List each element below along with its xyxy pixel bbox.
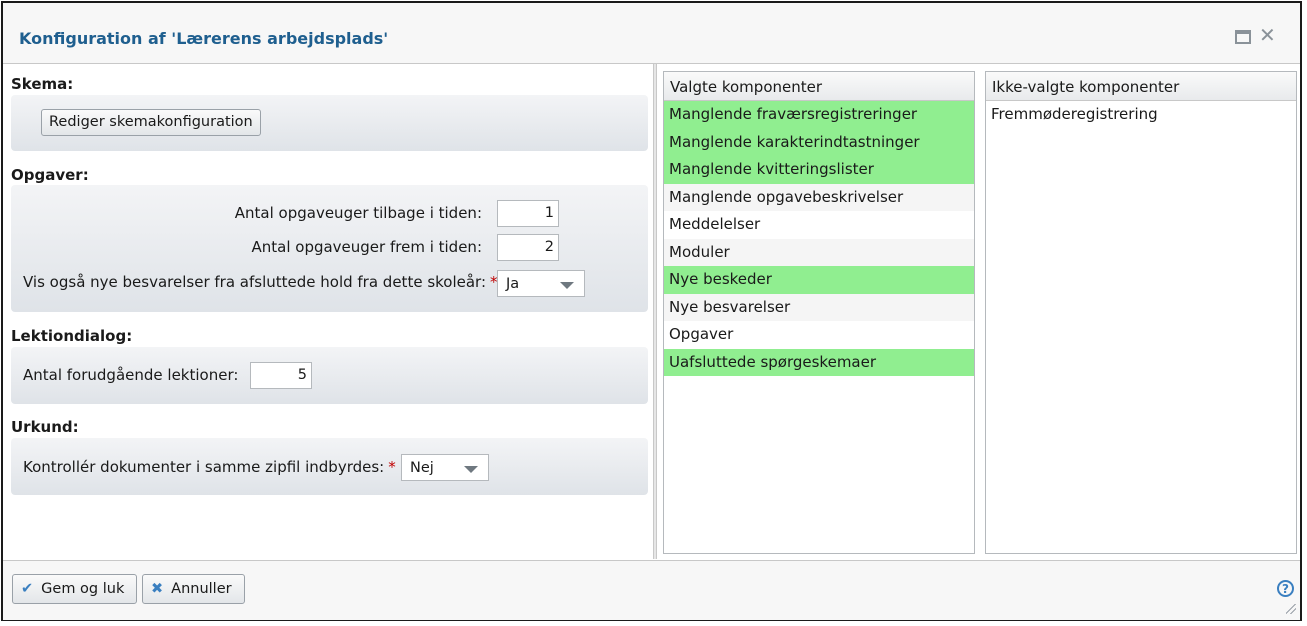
config-dialog: Konfiguration af 'Lærerens arbejdsplads'… [1, 1, 1302, 621]
lesson-dialog-group: Antal forudgående lektioner: 5 [11, 347, 648, 404]
components-pane: Valgte komponenter Manglende fraværsregi… [657, 64, 1300, 559]
list-item[interactable]: Nye besvarelser [664, 293, 974, 321]
unselected-components-header: Ikke-valgte komponenter [986, 72, 1296, 101]
maximize-icon[interactable] [1235, 30, 1251, 44]
close-icon[interactable]: ✕ [1259, 25, 1276, 45]
weeks-back-label: Antal opgaveuger tilbage i tiden: [234, 204, 482, 222]
list-item[interactable]: Meddelelser [664, 211, 974, 239]
help-icon[interactable]: ? [1277, 580, 1294, 597]
check-icon: ✔ [21, 581, 34, 597]
required-marker: * [388, 458, 396, 476]
selected-components-list[interactable]: Valgte komponenter Manglende fraværsregi… [663, 71, 975, 554]
urkund-group: Kontrollér dokumenter i samme zipfil ind… [11, 438, 648, 495]
cancel-icon: ✖ [151, 581, 164, 597]
weeks-forward-label: Antal opgaveuger frem i tiden: [251, 238, 482, 256]
schedule-group: Rediger skemakonfiguration [11, 95, 648, 151]
chevron-down-icon [560, 282, 574, 289]
assignments-heading: Opgaver: [11, 166, 89, 184]
save-and-close-label: Gem og luk [41, 581, 125, 597]
dialog-footer: ✔ Gem og luk ✖ Annuller ? [3, 560, 1300, 620]
resize-grip-icon[interactable] [1286, 604, 1296, 614]
list-item[interactable]: Uafsluttede spørgeskemaer [664, 348, 974, 376]
save-and-close-button[interactable]: ✔ Gem og luk [12, 574, 138, 604]
show-submissions-select[interactable]: Ja [497, 270, 585, 297]
settings-pane: Skema: Rediger skemakonfiguration Opgave… [3, 64, 653, 559]
check-zip-label: Kontrollér dokumenter i samme zipfil ind… [23, 458, 396, 476]
list-item[interactable]: Manglende opgavebeskrivelser [664, 183, 974, 211]
previous-lessons-label: Antal forudgående lektioner: [23, 366, 239, 384]
list-item[interactable]: Manglende fraværsregistreringer [664, 101, 974, 129]
weeks-back-input[interactable]: 1 [497, 200, 559, 227]
check-zip-value: Nej [410, 460, 434, 476]
check-zip-select[interactable]: Nej [401, 454, 489, 481]
chevron-down-icon [464, 466, 478, 473]
urkund-heading: Urkund: [11, 418, 79, 436]
list-item[interactable]: Fremmøderegistrering [986, 101, 1296, 129]
list-item[interactable]: Manglende kvitteringslister [664, 156, 974, 184]
edit-schedule-button[interactable]: Rediger skemakonfiguration [41, 109, 261, 136]
show-submissions-text: Vis også nye besvarelser fra afsluttede … [23, 273, 487, 291]
selected-components-header: Valgte komponenter [664, 72, 974, 101]
list-item[interactable]: Moduler [664, 238, 974, 266]
unselected-components-items: Fremmøderegistrering [986, 101, 1296, 129]
dialog-titlebar: Konfiguration af 'Lærerens arbejdsplads'… [3, 3, 1300, 64]
list-item[interactable]: Manglende karakterindtastninger [664, 128, 974, 156]
dialog-title: Konfiguration af 'Lærerens arbejdsplads' [19, 29, 389, 48]
cancel-button[interactable]: ✖ Annuller [142, 574, 245, 604]
lesson-dialog-heading: Lektiondialog: [11, 327, 133, 345]
weeks-forward-input[interactable]: 2 [497, 234, 559, 261]
previous-lessons-input[interactable]: 5 [250, 362, 312, 389]
list-item[interactable]: Opgaver [664, 321, 974, 349]
unselected-components-list[interactable]: Ikke-valgte komponenter Fremmøderegistre… [985, 71, 1297, 554]
check-zip-text: Kontrollér dokumenter i samme zipfil ind… [23, 458, 385, 476]
selected-components-items: Manglende fraværsregistreringer Manglende… [664, 101, 974, 376]
list-item[interactable]: Nye beskeder [664, 266, 974, 294]
assignments-group: Antal opgaveuger tilbage i tiden: 1 Anta… [11, 185, 648, 312]
show-submissions-label: Vis også nye besvarelser fra afsluttede … [23, 273, 498, 291]
show-submissions-value: Ja [506, 276, 520, 292]
cancel-label: Annuller [171, 581, 232, 597]
schedule-heading: Skema: [11, 75, 74, 93]
